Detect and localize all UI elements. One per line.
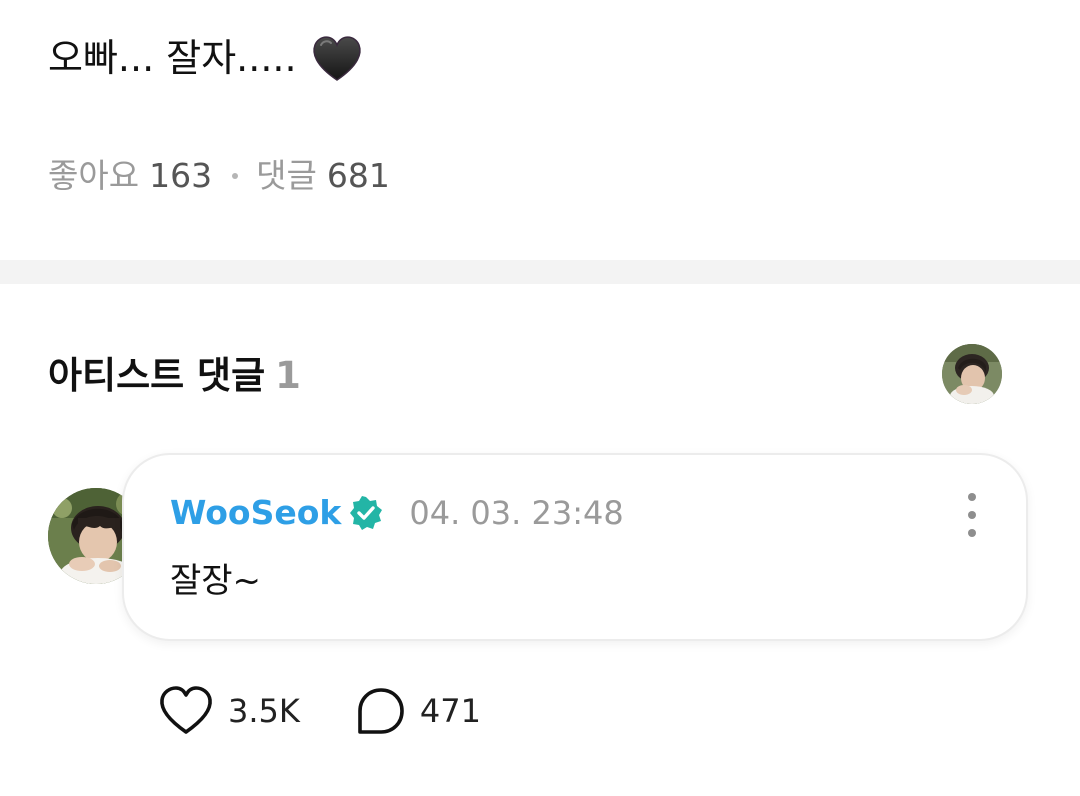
comments-count: 681 bbox=[326, 156, 390, 195]
speech-bubble-icon bbox=[358, 688, 404, 734]
heart-outline-icon bbox=[160, 686, 212, 734]
stats-separator-dot bbox=[232, 173, 239, 179]
verified-badge-icon bbox=[350, 496, 383, 530]
section-divider bbox=[0, 260, 1080, 284]
post-stats: 좋아요 163 댓글 681 bbox=[48, 154, 390, 198]
post-section: 오빠... 잘자..... 좋아요 163 댓글 681 bbox=[0, 0, 1080, 260]
artist-avatar-small[interactable] bbox=[942, 344, 1002, 404]
avatar-photo bbox=[942, 344, 1002, 404]
artist-comments-header: 아티스트 댓글 1 bbox=[48, 350, 301, 402]
comment-timestamp: 04. 03. 23:48 bbox=[409, 494, 624, 532]
more-dot bbox=[968, 493, 976, 501]
more-dot bbox=[968, 529, 976, 537]
like-button[interactable]: 3.5K bbox=[158, 684, 300, 738]
reply-button[interactable]: 471 bbox=[356, 684, 481, 738]
more-dot bbox=[968, 511, 976, 519]
black-heart-icon bbox=[312, 36, 361, 81]
comment-bubble: WooSeok 04. 03. 23:48 잘장~ bbox=[122, 453, 1028, 641]
comment-author-name[interactable]: WooSeok bbox=[170, 491, 341, 535]
artist-comments-title: 아티스트 댓글 bbox=[48, 354, 266, 397]
reply-count: 471 bbox=[419, 692, 481, 730]
post-text-row: 오빠... 잘자..... bbox=[48, 28, 363, 88]
comments-label: 댓글 bbox=[256, 156, 317, 195]
comment-body: 잘장~ bbox=[170, 561, 262, 601]
comment-actions: 3.5K 471 bbox=[158, 684, 481, 738]
likes-label: 좋아요 bbox=[48, 156, 140, 195]
post-text: 오빠... 잘자..... bbox=[48, 36, 297, 80]
comment-author-row: WooSeok 04. 03. 23:48 bbox=[170, 491, 624, 535]
artist-comments-count: 1 bbox=[275, 354, 301, 397]
more-vertical-icon[interactable] bbox=[962, 493, 982, 537]
likes-count: 163 bbox=[149, 156, 213, 195]
like-count: 3.5K bbox=[228, 692, 300, 730]
